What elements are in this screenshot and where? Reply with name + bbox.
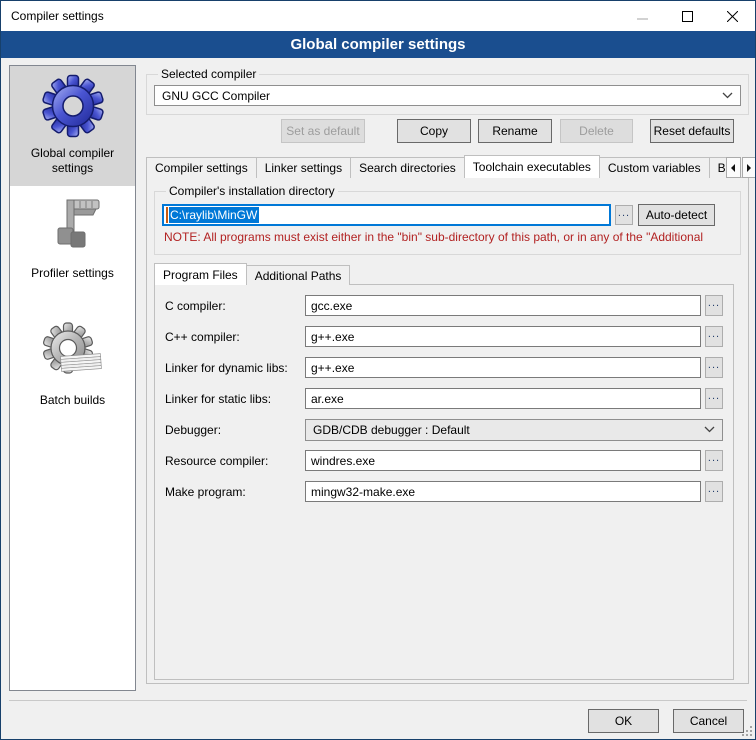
tab-search-directories[interactable]: Search directories <box>350 157 465 178</box>
static-linker-label: Linker for static libs: <box>165 392 305 406</box>
installation-directory-row: C:\raylib\MinGW ... Auto-detect <box>162 204 733 226</box>
debugger-select-value: GDB/CDB debugger : Default <box>313 423 704 437</box>
c-compiler-input[interactable] <box>305 295 701 316</box>
reset-defaults-button[interactable]: Reset defaults <box>650 119 734 143</box>
tab-scroll-buttons <box>726 157 756 178</box>
c-compiler-label: C compiler: <box>165 299 305 313</box>
make-program-row: Make program: ... <box>165 481 723 502</box>
make-program-input[interactable] <box>305 481 701 502</box>
settings-category-list: Global compiler settings Profiler settin… <box>9 65 136 691</box>
auto-detect-button[interactable]: Auto-detect <box>638 204 715 226</box>
tab-compiler-settings[interactable]: Compiler settings <box>146 157 257 178</box>
sidebar-item-profiler-settings[interactable]: Profiler settings <box>10 186 135 291</box>
dynamic-linker-row: Linker for dynamic libs: ... <box>165 357 723 378</box>
static-linker-row: Linker for static libs: ... <box>165 388 723 409</box>
cpp-compiler-browse-button[interactable]: ... <box>705 326 723 347</box>
debugger-row: Debugger: GDB/CDB debugger : Default <box>165 419 723 440</box>
compiler-select[interactable]: GNU GCC Compiler <box>154 85 741 106</box>
maximize-icon <box>682 11 693 22</box>
sidebar-item-label: Global compiler settings <box>14 146 131 176</box>
footer-separator <box>9 700 747 701</box>
make-program-label: Make program: <box>165 485 305 499</box>
debugger-label: Debugger: <box>165 423 305 437</box>
cpp-compiler-row: C++ compiler: ... <box>165 326 723 347</box>
caliper-icon <box>41 194 105 258</box>
tab-linker-settings[interactable]: Linker settings <box>256 157 351 178</box>
ok-button[interactable]: OK <box>588 709 659 733</box>
bin-subdirectory-note: NOTE: All programs must exist either in … <box>164 230 731 244</box>
tab-build-options[interactable]: Build <box>709 157 727 178</box>
arrow-left-icon <box>730 164 736 172</box>
resource-compiler-input[interactable] <box>305 450 701 471</box>
close-icon <box>727 11 738 22</box>
c-compiler-browse-button[interactable]: ... <box>705 295 723 316</box>
maximize-button[interactable] <box>665 1 710 31</box>
programs-tabbar: Program Files Additional Paths <box>154 263 734 285</box>
tab-custom-variables[interactable]: Custom variables <box>599 157 710 178</box>
gear-blue-icon <box>41 74 105 138</box>
chevron-down-icon <box>704 426 715 433</box>
installation-directory-group: Compiler's installation directory C:\ray… <box>154 184 741 255</box>
debugger-select[interactable]: GDB/CDB debugger : Default <box>305 419 723 441</box>
sidebar-item-label: Batch builds <box>40 393 105 408</box>
window-controls <box>620 1 755 31</box>
static-linker-browse-button[interactable]: ... <box>705 388 723 409</box>
tab-toolchain-executables[interactable]: Toolchain executables <box>464 155 600 178</box>
resource-compiler-label: Resource compiler: <box>165 454 305 468</box>
static-linker-input[interactable] <box>305 388 701 409</box>
set-as-default-button[interactable]: Set as default <box>281 119 365 143</box>
cpp-compiler-label: C++ compiler: <box>165 330 305 344</box>
install-dir-selected-text: C:\raylib\MinGW <box>169 207 259 223</box>
text-caret <box>166 207 168 223</box>
installation-directory-group-label: Compiler's installation directory <box>166 184 338 198</box>
compiler-actions: Set as default Copy Rename Delete Reset … <box>146 119 749 143</box>
compiler-settings-dialog: Compiler settings Global compiler settin… <box>0 0 756 740</box>
resize-grip[interactable] <box>742 726 753 737</box>
make-program-browse-button[interactable]: ... <box>705 481 723 502</box>
selected-compiler-group-label: Selected compiler <box>158 67 259 81</box>
cancel-button[interactable]: Cancel <box>673 709 744 733</box>
c-compiler-row: C compiler: ... <box>165 295 723 316</box>
dynamic-linker-input[interactable] <box>305 357 701 378</box>
settings-tabbar: Compiler settings Linker settings Search… <box>146 155 749 178</box>
dynamic-linker-browse-button[interactable]: ... <box>705 357 723 378</box>
main-panel: Selected compiler GNU GCC Compiler Set a… <box>146 65 749 684</box>
selected-compiler-group: Selected compiler GNU GCC Compiler <box>146 67 749 115</box>
dialog-banner-title: Global compiler settings <box>1 31 755 58</box>
dynamic-linker-label: Linker for dynamic libs: <box>165 361 305 375</box>
compiler-select-value: GNU GCC Compiler <box>162 89 722 103</box>
program-files-page: C compiler: ... C++ compiler: ... Linker… <box>154 284 734 680</box>
resource-compiler-browse-button[interactable]: ... <box>705 450 723 471</box>
chevron-down-icon <box>722 92 733 99</box>
tab-scroll-right-button[interactable] <box>742 157 756 178</box>
programs-notebook: Program Files Additional Paths C compile… <box>154 263 734 680</box>
minimize-icon <box>637 11 648 22</box>
minimize-button[interactable] <box>620 1 665 31</box>
install-dir-input[interactable]: C:\raylib\MinGW <box>162 204 611 226</box>
copy-button[interactable]: Copy <box>397 119 471 143</box>
tab-program-files[interactable]: Program Files <box>154 263 247 285</box>
arrow-right-icon <box>746 164 752 172</box>
delete-button[interactable]: Delete <box>560 119 633 143</box>
sidebar-item-label: Profiler settings <box>31 266 114 281</box>
window-title: Compiler settings <box>1 9 104 23</box>
tab-scroll-left-button[interactable] <box>726 157 741 178</box>
sidebar-item-global-compiler-settings[interactable]: Global compiler settings <box>10 66 135 186</box>
install-dir-browse-button[interactable]: ... <box>615 205 633 225</box>
gear-stack-papers-icon <box>41 321 105 385</box>
titlebar: Compiler settings <box>1 1 755 31</box>
rename-button[interactable]: Rename <box>478 119 552 143</box>
resource-compiler-row: Resource compiler: ... <box>165 450 723 471</box>
tab-additional-paths[interactable]: Additional Paths <box>246 265 351 285</box>
close-button[interactable] <box>710 1 755 31</box>
sidebar-item-batch-builds[interactable]: Batch builds <box>10 313 135 418</box>
cpp-compiler-input[interactable] <box>305 326 701 347</box>
toolchain-executables-page: Compiler's installation directory C:\ray… <box>146 177 749 684</box>
